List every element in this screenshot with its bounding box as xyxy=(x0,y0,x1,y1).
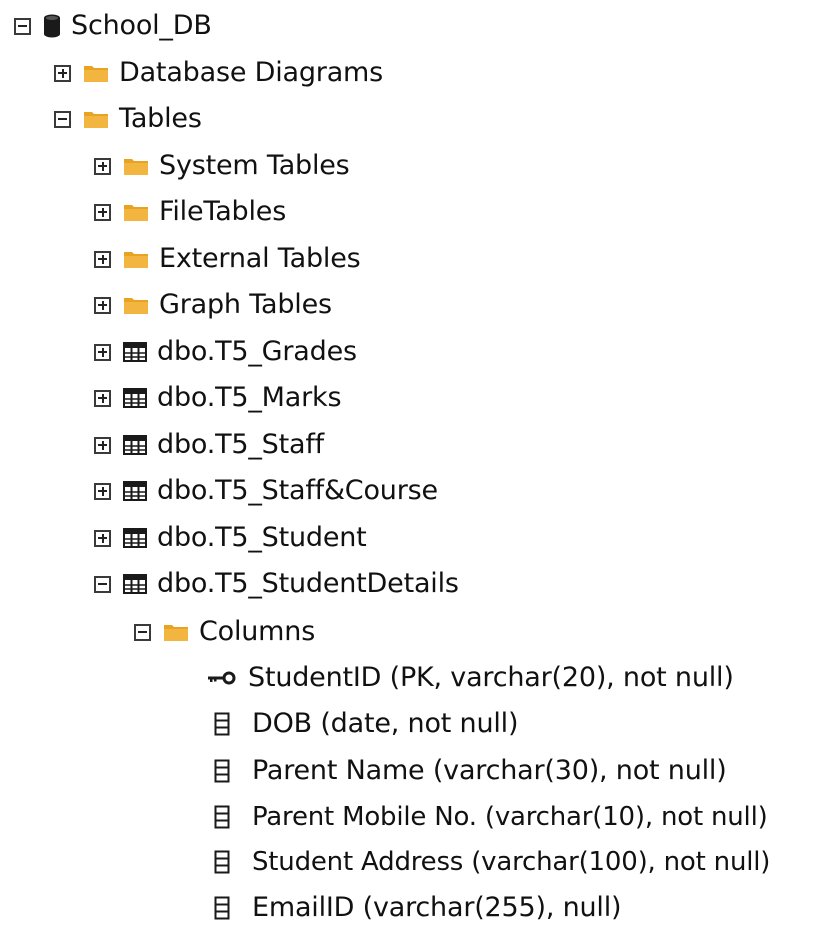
tree-node-system-tables[interactable]: System Tables xyxy=(94,144,350,188)
expand-toggle-icon[interactable] xyxy=(94,389,111,407)
folder-icon xyxy=(123,249,149,269)
tree-node-label: External Tables xyxy=(159,243,361,274)
tree-node-column[interactable]: Student Address (varchar(100), not null) xyxy=(214,840,770,884)
table-icon xyxy=(123,481,147,501)
tree-node-label: System Tables xyxy=(159,150,350,181)
expand-toggle-icon[interactable] xyxy=(54,64,71,82)
tree-node-table[interactable]: dbo.T5_Marks xyxy=(94,376,342,420)
folder-icon xyxy=(163,622,189,642)
tree-node-table[interactable]: dbo.T5_StudentDetails xyxy=(94,562,459,606)
tree-node-label: Parent Mobile No. (varchar(10), not null… xyxy=(252,802,768,832)
expand-toggle-icon[interactable] xyxy=(94,157,111,175)
folder-icon xyxy=(83,63,109,83)
folder-icon xyxy=(123,156,149,176)
tree-node-label: Columns xyxy=(199,616,316,647)
tree-node-label: Tables xyxy=(119,103,202,134)
expand-toggle-icon[interactable] xyxy=(94,343,111,361)
expand-toggle-icon[interactable] xyxy=(94,250,111,268)
tree-node-column[interactable]: StudentID (PK, varchar(20), not null) xyxy=(208,656,734,700)
column-icon xyxy=(214,805,230,829)
table-icon xyxy=(123,574,147,594)
expand-toggle-icon[interactable] xyxy=(94,203,111,221)
column-icon xyxy=(214,850,230,874)
tree-node-filetables[interactable]: FileTables xyxy=(94,190,286,234)
tree-node-database-diagrams[interactable]: Database Diagrams xyxy=(54,51,383,95)
tree-node-label: dbo.T5_Marks xyxy=(157,382,342,413)
tree-node-external-tables[interactable]: External Tables xyxy=(94,237,361,281)
tree-node-table[interactable]: dbo.T5_Grades xyxy=(94,330,357,374)
tree-node-column[interactable]: Parent Mobile No. (varchar(10), not null… xyxy=(214,795,768,839)
tree-node-table[interactable]: dbo.T5_Student xyxy=(94,516,367,560)
key-icon xyxy=(208,671,236,685)
tree-node-columns[interactable]: Columns xyxy=(134,610,315,654)
column-icon xyxy=(214,759,230,783)
tree-node-label: dbo.T5_Student xyxy=(157,522,367,553)
tree-node-label: dbo.T5_StudentDetails xyxy=(157,568,459,599)
collapse-toggle-icon[interactable] xyxy=(54,110,71,128)
collapse-toggle-icon[interactable] xyxy=(14,17,31,35)
tree-node-label: dbo.T5_Grades xyxy=(157,336,357,367)
tree-node-label: Database Diagrams xyxy=(119,57,384,88)
tree-node-label: dbo.T5_Staff&Course xyxy=(157,475,438,506)
database-icon xyxy=(43,14,61,38)
column-icon xyxy=(214,712,230,736)
tree-node-label: Parent Name (varchar(30), not null) xyxy=(252,755,727,786)
folder-icon xyxy=(83,109,109,129)
expand-toggle-icon[interactable] xyxy=(94,436,111,454)
tree-node-column[interactable]: EmailID (varchar(255), null) xyxy=(214,886,622,930)
tree-node-school-db[interactable]: School_DB xyxy=(14,4,212,48)
tree-node-label: DOB (date, not null) xyxy=(252,708,519,739)
tree-node-label: EmailID (varchar(255), null) xyxy=(252,892,622,923)
collapse-toggle-icon[interactable] xyxy=(94,575,111,593)
expand-toggle-icon[interactable] xyxy=(94,529,111,547)
expand-toggle-icon[interactable] xyxy=(94,296,111,314)
tree-node-table[interactable]: dbo.T5_Staff&Course xyxy=(94,469,438,513)
tree-node-label: Student Address (varchar(100), not null) xyxy=(252,847,771,877)
tree-node-label: dbo.T5_Staff xyxy=(157,429,324,460)
tree-node-label: FileTables xyxy=(159,196,287,227)
tree-node-column[interactable]: Parent Name (varchar(30), not null) xyxy=(214,749,727,793)
folder-icon xyxy=(123,202,149,222)
folder-icon xyxy=(123,295,149,315)
table-icon xyxy=(123,435,147,455)
table-icon xyxy=(123,342,147,362)
tree-node-label: School_DB xyxy=(71,10,212,41)
tree-node-label: Graph Tables xyxy=(159,289,332,320)
tree-node-tables[interactable]: Tables xyxy=(54,97,202,141)
tree-node-table[interactable]: dbo.T5_Staff xyxy=(94,423,324,467)
table-icon xyxy=(123,388,147,408)
collapse-toggle-icon[interactable] xyxy=(134,623,151,641)
object-explorer-tree: School_DB Database Diagrams Tables Syste… xyxy=(0,0,816,925)
expand-toggle-icon[interactable] xyxy=(94,482,111,500)
tree-node-column[interactable]: DOB (date, not null) xyxy=(214,702,518,746)
tree-node-graph-tables[interactable]: Graph Tables xyxy=(94,283,332,327)
column-icon xyxy=(214,896,230,920)
table-icon xyxy=(123,528,147,548)
tree-node-label: StudentID (PK, varchar(20), not null) xyxy=(248,662,734,693)
